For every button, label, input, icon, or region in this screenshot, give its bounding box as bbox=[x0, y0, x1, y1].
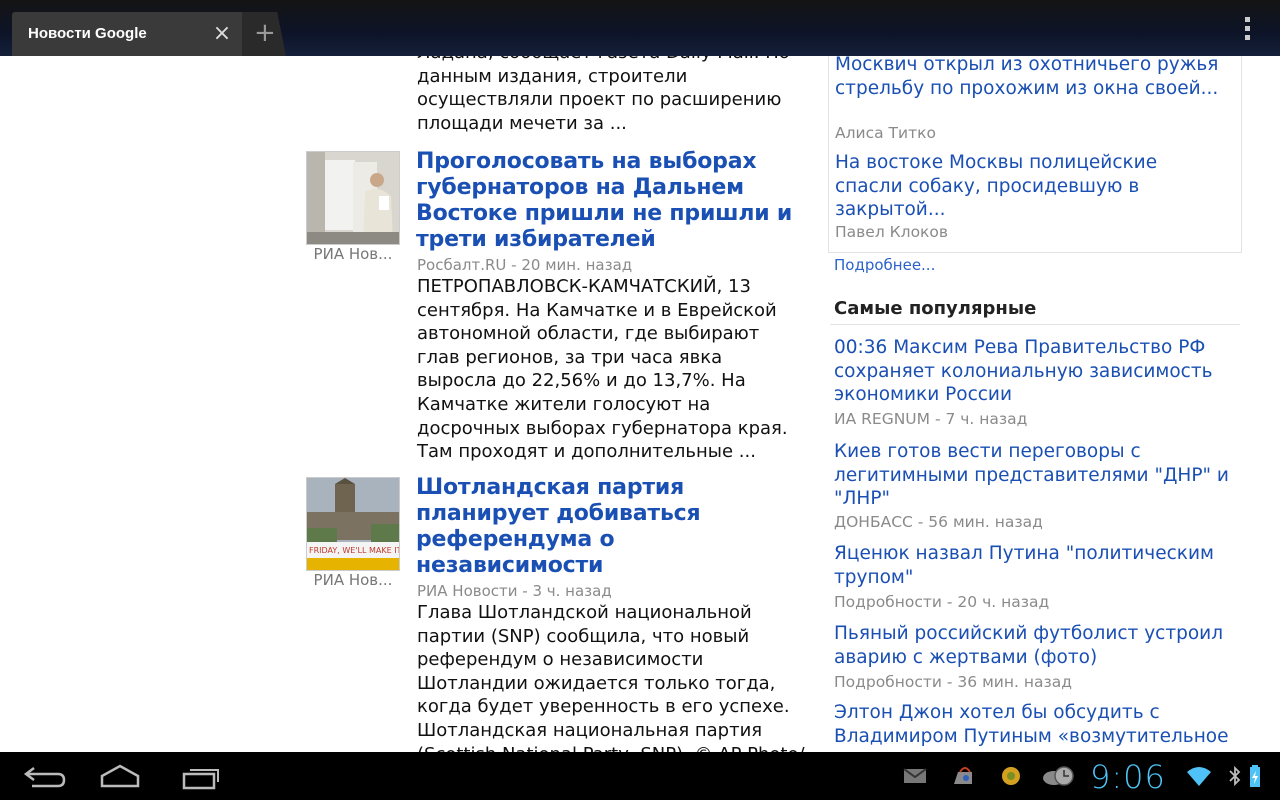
related-author: Алиса Титко bbox=[835, 124, 936, 142]
home-icon[interactable] bbox=[90, 760, 150, 792]
related-link[interactable]: Москвич открыл из охотничьего ружья стре… bbox=[835, 56, 1225, 100]
browser-tab-bar: Новости Google × + bbox=[0, 0, 1280, 56]
back-icon[interactable] bbox=[12, 760, 72, 792]
battery-charging-icon[interactable] bbox=[1248, 764, 1262, 788]
wifi-icon[interactable] bbox=[1186, 764, 1212, 788]
popular-meta: ИА REGNUM - 7 ч. назад bbox=[834, 410, 1028, 428]
banner-text: FRIDAY, WE'LL MAKE IT HISTOR bbox=[309, 546, 399, 555]
popular-meta: ДОНБАСС - 56 мин. назад bbox=[834, 513, 1043, 531]
close-tab-icon[interactable]: × bbox=[212, 23, 232, 45]
article-snippet: ПЕТРОПАВЛОВСК-КАМЧАТСКИЙ, 13 сентября. Н… bbox=[417, 276, 788, 463]
overflow-menu-icon[interactable] bbox=[1238, 14, 1258, 42]
thumbnail-caption: РИА Нов... bbox=[313, 571, 393, 589]
weather-clock-icon[interactable] bbox=[1042, 764, 1076, 788]
plus-icon: + bbox=[254, 18, 276, 48]
email-icon[interactable] bbox=[902, 764, 928, 788]
popular-link[interactable]: 00:36 Максим Рева Правительство РФ сохра… bbox=[834, 336, 1234, 407]
popular-meta: Подробности - 20 ч. назад bbox=[834, 593, 1050, 611]
article-snippet-prev: Ладана, сообщает газета Daily Mail. По д… bbox=[417, 56, 790, 134]
divider bbox=[830, 324, 1240, 325]
article-headline[interactable]: Проголосовать на выборах губернаторов на… bbox=[416, 149, 796, 253]
new-tab-button[interactable]: + bbox=[242, 12, 286, 56]
shopping-bag-icon[interactable] bbox=[950, 764, 976, 788]
popular-link[interactable]: Яценюк назвал Путина "политическим трупо… bbox=[834, 542, 1234, 589]
popular-link[interactable]: Пьяный российский футболист устроил авар… bbox=[834, 622, 1234, 669]
tab-title: Новости Google bbox=[28, 25, 147, 42]
westminster-photo: FRIDAY, WE'LL MAKE IT HISTOR bbox=[307, 478, 399, 570]
article-headline[interactable]: Шотландская партия планирует добиваться … bbox=[416, 475, 796, 579]
page-content: Ладана, сообщает газета Daily Mail. По д… bbox=[0, 56, 1280, 752]
article-source: Росбалт.RU - 20 мин. назад bbox=[417, 256, 633, 274]
bluetooth-icon[interactable] bbox=[1228, 764, 1242, 788]
article-thumbnail[interactable] bbox=[306, 151, 400, 245]
popular-link[interactable]: Киев готов вести переговоры с легитимным… bbox=[834, 440, 1234, 511]
clock[interactable]: 9:06 bbox=[1090, 758, 1166, 796]
tab-news-google[interactable]: Новости Google × bbox=[12, 12, 248, 56]
voting-booth-photo bbox=[307, 152, 399, 244]
recent-apps-icon[interactable] bbox=[172, 760, 232, 792]
flower-icon[interactable] bbox=[998, 764, 1024, 788]
article-thumbnail[interactable]: FRIDAY, WE'LL MAKE IT HISTOR bbox=[306, 477, 400, 571]
popular-meta: Подробности - 36 мин. назад bbox=[834, 673, 1072, 691]
related-link[interactable]: На востоке Москвы полицейские спасли соб… bbox=[835, 151, 1225, 222]
thumbnail-caption: РИА Нов... bbox=[313, 245, 393, 263]
more-link[interactable]: Подробнее... bbox=[834, 256, 935, 274]
related-author: Павел Клоков bbox=[835, 223, 949, 241]
article-snippet: Глава Шотландской национальной партии (S… bbox=[417, 602, 805, 752]
popular-link[interactable]: Элтон Джон хотел бы обсудить с Владимиро… bbox=[834, 701, 1234, 748]
popular-heading: Самые популярные bbox=[834, 298, 1037, 319]
article-source: РИА Новости - 3 ч. назад bbox=[417, 582, 612, 600]
system-nav-bar: 9:06 bbox=[0, 752, 1280, 800]
